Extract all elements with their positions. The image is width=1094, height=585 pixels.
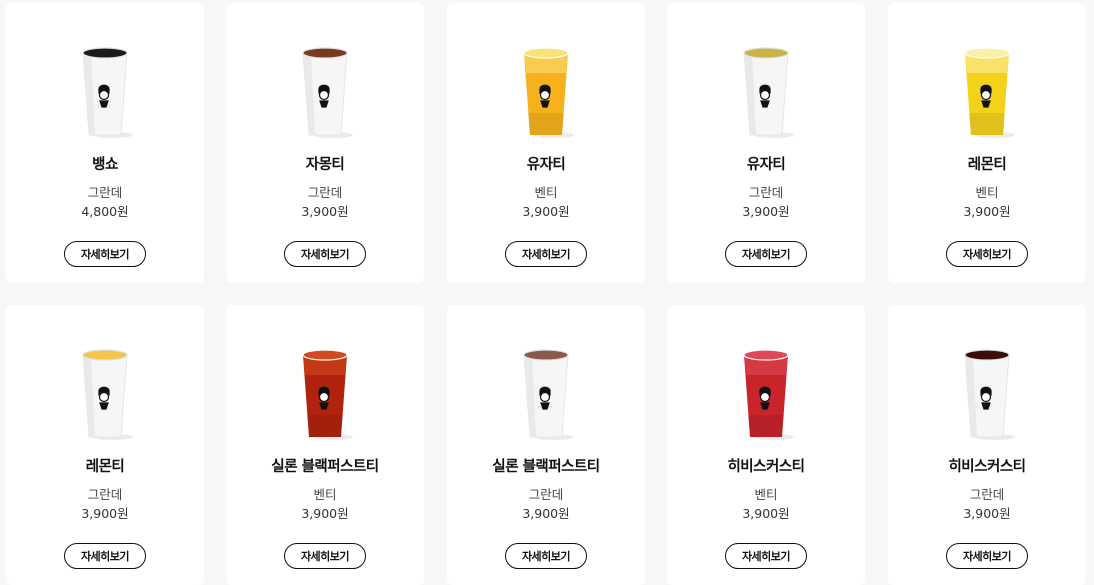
drink-cup-icon	[77, 43, 133, 139]
product-card[interactable]: 실론 블랙퍼스트티 그란데 3,900원 자세히보기	[447, 305, 645, 585]
product-name: 히비스커스티	[948, 459, 1026, 475]
detail-button[interactable]: 자세히보기	[284, 241, 366, 267]
product-price: 3,900원	[301, 506, 349, 521]
product-name: 레몬티	[85, 459, 125, 475]
detail-button[interactable]: 자세히보기	[725, 543, 807, 569]
product-price: 3,900원	[963, 506, 1011, 521]
product-price: 3,900원	[522, 506, 570, 521]
product-size: 그란데	[528, 487, 564, 502]
product-card[interactable]: 유자티 벤티 3,900원 자세히보기	[447, 3, 645, 283]
product-size: 벤티	[975, 185, 999, 200]
product-card[interactable]: 유자티 그란데 3,900원 자세히보기	[667, 3, 865, 283]
detail-button[interactable]: 자세히보기	[64, 543, 146, 569]
product-price: 3,900원	[81, 506, 129, 521]
product-price: 3,900원	[963, 204, 1011, 219]
product-card[interactable]: 실론 블랙퍼스트티 벤티 3,900원 자세히보기	[226, 305, 424, 585]
product-name: 실론 블랙퍼스트티	[271, 459, 379, 475]
product-size: 그란데	[748, 185, 784, 200]
detail-button[interactable]: 자세히보기	[284, 543, 366, 569]
product-price: 4,800원	[81, 204, 129, 219]
product-price: 3,900원	[742, 506, 790, 521]
product-price: 3,900원	[301, 204, 349, 219]
product-name: 실론 블랙퍼스트티	[492, 459, 600, 475]
detail-button[interactable]: 자세히보기	[946, 543, 1028, 569]
drink-cup-icon	[518, 43, 574, 139]
drink-cup-icon	[959, 43, 1015, 139]
detail-button[interactable]: 자세히보기	[946, 241, 1028, 267]
drink-cup-icon	[518, 345, 574, 441]
drink-cup-icon	[738, 345, 794, 441]
product-size: 그란데	[969, 487, 1005, 502]
product-card[interactable]: 히비스커스티 벤티 3,900원 자세히보기	[667, 305, 865, 585]
product-size: 벤티	[534, 185, 558, 200]
product-card[interactable]: 자몽티 그란데 3,900원 자세히보기	[226, 3, 424, 283]
detail-button[interactable]: 자세히보기	[725, 241, 807, 267]
product-name: 뱅쇼	[92, 157, 118, 173]
drink-cup-icon	[738, 43, 794, 139]
detail-button[interactable]: 자세히보기	[64, 241, 146, 267]
drink-cup-icon	[77, 345, 133, 441]
product-name: 자몽티	[305, 157, 345, 173]
drink-cup-icon	[297, 43, 353, 139]
detail-button[interactable]: 자세히보기	[505, 543, 587, 569]
product-size: 그란데	[87, 185, 123, 200]
product-card[interactable]: 레몬티 그란데 3,900원 자세히보기	[6, 305, 204, 585]
drink-cup-icon	[297, 345, 353, 441]
product-name: 레몬티	[967, 157, 1007, 173]
product-price: 3,900원	[742, 204, 790, 219]
detail-button[interactable]: 자세히보기	[505, 241, 587, 267]
product-name: 유자티	[746, 157, 786, 173]
product-name: 유자티	[526, 157, 566, 173]
drink-cup-icon	[959, 345, 1015, 441]
product-name: 히비스커스티	[727, 459, 805, 475]
product-card[interactable]: 레몬티 벤티 3,900원 자세히보기	[888, 3, 1086, 283]
product-size: 그란데	[87, 487, 123, 502]
product-size: 벤티	[313, 487, 337, 502]
product-size: 그란데	[307, 185, 343, 200]
product-grid: 뱅쇼 그란데 4,800원 자세히보기 자몽티 그란데 3,900원 자세히보기…	[0, 0, 1094, 585]
product-card[interactable]: 히비스커스티 그란데 3,900원 자세히보기	[888, 305, 1086, 585]
product-card[interactable]: 뱅쇼 그란데 4,800원 자세히보기	[6, 3, 204, 283]
product-price: 3,900원	[522, 204, 570, 219]
product-size: 벤티	[754, 487, 778, 502]
